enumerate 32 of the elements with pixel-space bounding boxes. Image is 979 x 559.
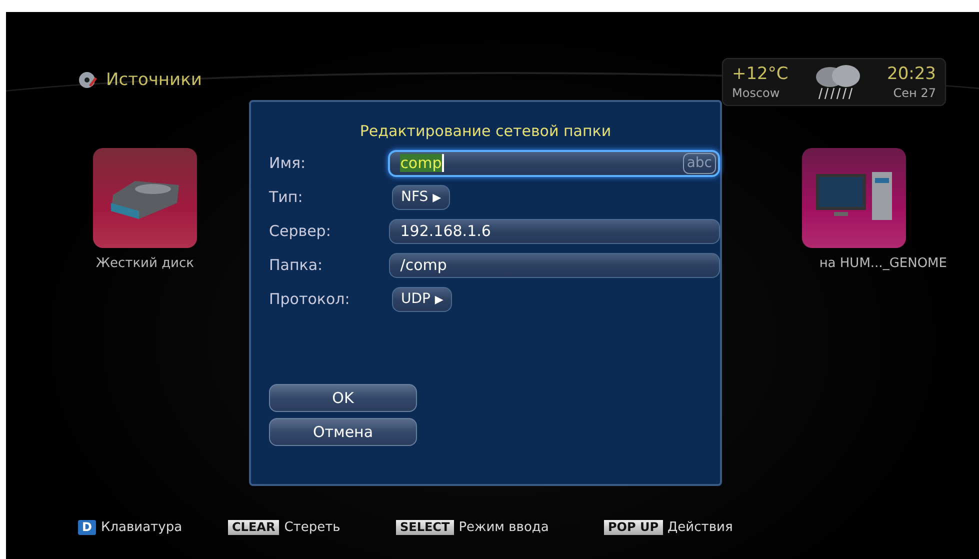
field-label: Сервер:: [269, 222, 332, 240]
source-tile[interactable]: [93, 148, 197, 248]
disc-icon: [78, 70, 98, 90]
city-name: Moscow: [732, 86, 781, 100]
input-field[interactable]: comp abc: [388, 150, 720, 176]
dialog-button[interactable]: Отмена: [269, 418, 417, 446]
field-label: Имя:: [269, 154, 307, 172]
remote-key-label: SELECT: [396, 520, 454, 535]
source-label: на HUM..._GENOME: [819, 256, 947, 271]
field-label: Папка:: [269, 256, 324, 274]
choice-button[interactable]: NFS ▶: [392, 184, 450, 210]
choice-button[interactable]: UDP ▶: [392, 286, 452, 312]
temperature: +12°C: [732, 64, 788, 84]
date-label: Сен 27: [893, 86, 936, 100]
remote-key-label: D: [78, 520, 96, 535]
field-label: Тип:: [269, 188, 304, 206]
dialog-button[interactable]: OK: [269, 384, 417, 412]
hint-label: Клавиатура: [100, 520, 182, 535]
input-field[interactable]: /comp: [389, 252, 720, 278]
page-title: Источники: [106, 70, 202, 90]
source-label: Жесткий диск: [96, 256, 194, 271]
dialog-title: Редактирование сетевой папки: [358, 122, 612, 140]
field-label: Протокол:: [269, 290, 351, 308]
hint-label: Действия: [668, 520, 733, 535]
remote-key-label: CLEAR: [228, 520, 280, 535]
hint-label: Стереть: [284, 520, 340, 535]
hint-label: Режим ввода: [458, 520, 549, 535]
source-tile[interactable]: [802, 148, 906, 248]
remote-key-label: POP UP: [604, 520, 663, 535]
input-mode-badge: abc: [682, 152, 716, 174]
input-field[interactable]: 192.168.1.6: [389, 218, 720, 244]
clock-time: 20:23: [887, 64, 936, 84]
